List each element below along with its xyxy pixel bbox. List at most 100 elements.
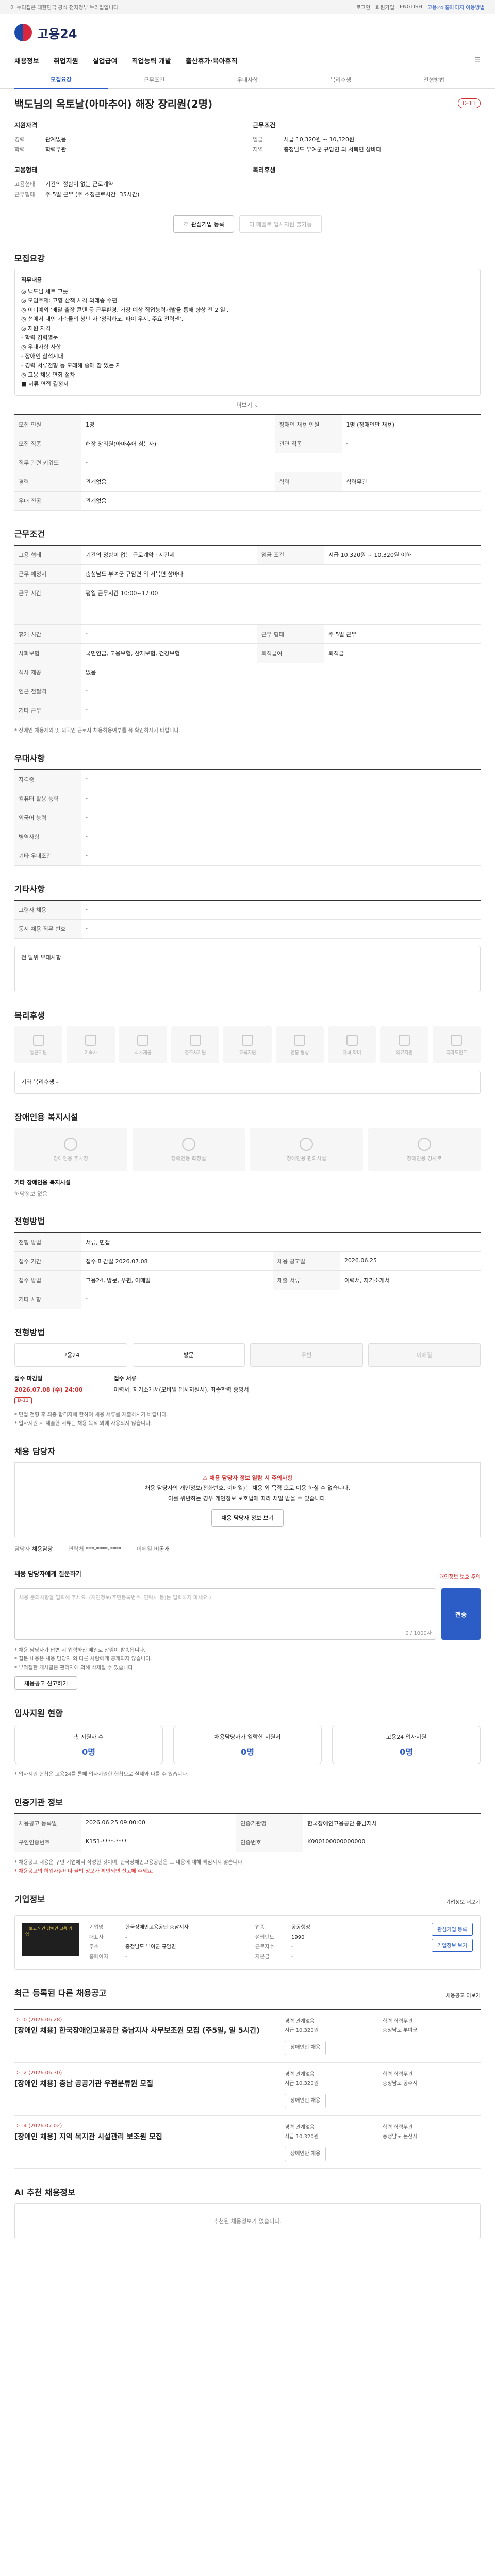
list-item[interactable]: D-12 (2026.06.30) [장애인 채용] 충남 공공기관 우편분류원…: [14, 2063, 481, 2116]
related-title[interactable]: [장애인 채용] 한국장애인고용공단 충남지사 사무보조원 모집 (주5일, 일…: [14, 2026, 274, 2036]
welfare-label: 기숙사: [84, 1050, 97, 1056]
extra-box: 전 달위 우대사항: [14, 946, 481, 992]
row-value: 평일 근무시간 10:00~17:00: [81, 583, 481, 625]
login-link[interactable]: 로그인: [356, 3, 371, 11]
tab-recruit[interactable]: 모집요강: [14, 71, 108, 89]
row-label: 인근 전철역: [14, 682, 81, 701]
summary-label: 고용형태: [14, 181, 36, 188]
ai-heading: AI 추천 채용정보: [14, 2188, 75, 2197]
signup-link[interactable]: 회원가입: [375, 3, 394, 11]
apply-method-heading: 전형방법: [14, 1328, 45, 1337]
company-section: 기업정보 기업정보 더보기 ㅣ보고 인간 장애인 고용 기업 기업명 한국장애인고…: [0, 1884, 495, 1978]
inquiry-section: 채용 담당자에게 질문하기 개인정보 보호 주의 채용 문의사항을 입력해 주세…: [0, 1561, 495, 1698]
row-value: 없음: [81, 663, 481, 682]
facility-note-label: 기타 장애인용 복지시설: [14, 1179, 71, 1186]
table-row: 사회보험 국민연금, 고용보험, 산재보험, 건강보험 퇴직급여 퇴직금: [14, 643, 481, 663]
tab-preference[interactable]: 우대사항: [201, 71, 294, 89]
logo-text[interactable]: 고용24: [37, 24, 77, 42]
table-row: 접수 방법 고용24, 방문, 우편, 이메일 제출 서류 이력서, 자기소개서: [14, 1270, 481, 1290]
notice-line: * 면접 전형 후 최종 합격자에 한하여 채용 서류를 제출하시기 바랍니다.: [14, 1412, 168, 1418]
summary-employ-title: 고용형태: [14, 166, 38, 174]
welfare-item: 교육지원: [223, 1026, 272, 1063]
logo-icon[interactable]: [14, 24, 32, 41]
email-apply-button[interactable]: 이 메일로 입사지원 불가능: [239, 215, 322, 233]
row-label: 근무 형태: [257, 624, 324, 644]
recruit-section: 모집요강 직무내용 ◎ 백도님 세트 그릇 ◎ 모임주제: 고향 산책 시각 외…: [0, 243, 495, 519]
point-icon: [451, 1034, 463, 1046]
list-item[interactable]: D-10 (2026.06.28) [장애인 채용] 한국장애인고용공단 충남지…: [14, 2010, 481, 2063]
show-contact-button[interactable]: 채용 담당자 정보 보기: [211, 1509, 284, 1527]
guide-link[interactable]: 고용24 홈페이지 이용방법: [427, 3, 485, 11]
english-link[interactable]: ENGLISH: [400, 4, 422, 10]
facility-label: 장애인용 주차장: [53, 1156, 89, 1162]
company-info-button[interactable]: 기업정보 보기: [432, 1939, 473, 1952]
row-value: 접수 마감일 2026.07.08: [81, 1251, 273, 1271]
row-label: 병역사항: [14, 827, 81, 846]
submit-docs-value: 이력서, 자기소개서(모바일 입사지원시), 최종학력 증명서: [113, 1386, 249, 1393]
company-interest-button[interactable]: 관심기업 등록: [432, 1923, 473, 1936]
inquiry-hint: 개인정보 보호 주의: [439, 1574, 481, 1580]
nav-item-unemployment[interactable]: 실업급여: [93, 56, 118, 65]
row-label: 전형 방법: [14, 1232, 81, 1252]
row-label: 직무 관련 키워드: [14, 453, 81, 472]
row-label: 모집 인원: [14, 415, 81, 434]
menu-icon[interactable]: ☰: [474, 57, 481, 64]
nav-item-employment-support[interactable]: 취업지원: [54, 56, 78, 65]
school-icon: [346, 1034, 358, 1046]
send-button[interactable]: 전송: [441, 1588, 481, 1640]
company-label: 주소: [89, 1944, 99, 1950]
nav-item-leave[interactable]: 출산휴가·육아휴직: [186, 56, 238, 65]
list-item[interactable]: D-14 (2026.07.02) [장애인 채용] 지역 복지관 시설관리 보…: [14, 2116, 481, 2169]
facility-label: 장애인용 편의시설: [286, 1156, 326, 1162]
warning-line: 채용 담당자의 개인정보(전화번호, 이메일)는 채용 외 목적 으로 이용 하…: [144, 1485, 351, 1492]
info-notes: * 채용공고 내용은 구인 기업에서 작성한 것이며, 한국장애인고용공단은 그…: [14, 1858, 481, 1876]
status-heading: 입사지원 현황: [14, 1708, 63, 1718]
ramp-icon: [417, 1137, 431, 1151]
welfare-label: 복리포인트: [446, 1050, 468, 1056]
row-value: 퇴직금: [324, 643, 481, 663]
related-title[interactable]: [장애인 채용] 지역 복지관 시설관리 보조원 모집: [14, 2132, 274, 2142]
row-value: 한국장애인고용공단 충남지사: [303, 1814, 481, 1833]
apply-method-mail[interactable]: 우편: [250, 1343, 363, 1367]
related-list: D-10 (2026.06.28) [장애인 채용] 한국장애인고용공단 충남지…: [14, 2009, 481, 2169]
row-value: -: [81, 682, 481, 701]
nav-item-training[interactable]: 직업능력 개발: [132, 56, 171, 65]
nav-item-jobs[interactable]: 채용정보: [14, 56, 39, 65]
welfare-label: 자녀 학비: [342, 1050, 361, 1056]
welfare-item: 통근지원: [14, 1026, 63, 1063]
status-cards: 총 지원자 수 0명 채용담당자가 열람한 지원서 0명 고용24 입사지원 0명: [14, 1726, 481, 1764]
row-label: 식사 제공: [14, 663, 81, 682]
duty-line: ◎ 고용 채용 면회 절차: [21, 371, 75, 378]
tab-method[interactable]: 전형방법: [387, 71, 481, 89]
row-label: 컴퓨터 활용 능력: [14, 789, 81, 808]
company-more-link[interactable]: 기업정보 더보기: [446, 1897, 481, 1905]
facility-label: 장애인용 화장실: [171, 1156, 206, 1162]
related-more-link[interactable]: 채용공고 더보기: [446, 1991, 481, 1999]
duty-line: - 장애인 참석시대: [21, 353, 63, 360]
company-logo: ㅣ보고 인간 장애인 고용 기업: [22, 1923, 79, 1956]
welfare-grid: 통근지원 기숙사 식사제공 경조사지원 교육지원 연봉 협상 자녀 학비 의료지…: [14, 1026, 481, 1063]
apply-method-section: 전형방법 고용24 방문 우편 이메일 접수 마감일 2026.07.08 (수…: [0, 1317, 495, 1436]
more-button[interactable]: 더보기 ⌄: [14, 396, 481, 414]
related-title[interactable]: [장애인 채용] 충남 공공기관 우편분류원 모집: [14, 2079, 274, 2089]
restroom-icon: [182, 1137, 195, 1151]
summary-value: 관계없음: [45, 136, 67, 143]
apply-method-email[interactable]: 이메일: [368, 1343, 481, 1367]
interest-button[interactable]: ♡ 관심기업 등록: [173, 215, 235, 233]
row-value: 1명 (장애인만 채용): [342, 415, 481, 434]
table-row: 고령자 채용 -: [14, 900, 481, 920]
row-label: 고용 형태: [14, 545, 81, 565]
inquiry-textarea[interactable]: 채용 문의사항을 입력해 주세요. (개인정보(주민등록번호, 연락처 등)는 …: [14, 1588, 436, 1640]
apply-method-visit[interactable]: 방문: [132, 1343, 245, 1367]
apply-method-online[interactable]: 고용24: [14, 1343, 127, 1367]
related-tag: 장애인만 채용: [285, 2041, 326, 2055]
company-value: -: [291, 1954, 293, 1960]
related-meta: 경력 관계없음: [285, 2019, 315, 2024]
report-button[interactable]: 채용공고 신고하기: [14, 1676, 78, 1690]
duty-line: ◎ 선에서 내인 가축들의 청년 자 '정리하노, 파이 우시, 주요 전력센'…: [21, 316, 184, 323]
tab-welfare[interactable]: 복리후생: [294, 71, 387, 89]
company-value: 한국장애인고용공단 충남지사: [125, 1925, 189, 1930]
row-value: -: [81, 808, 481, 827]
tab-conditions[interactable]: 근무조건: [108, 71, 201, 89]
row-label: 장애인 채용 인원: [275, 415, 342, 434]
